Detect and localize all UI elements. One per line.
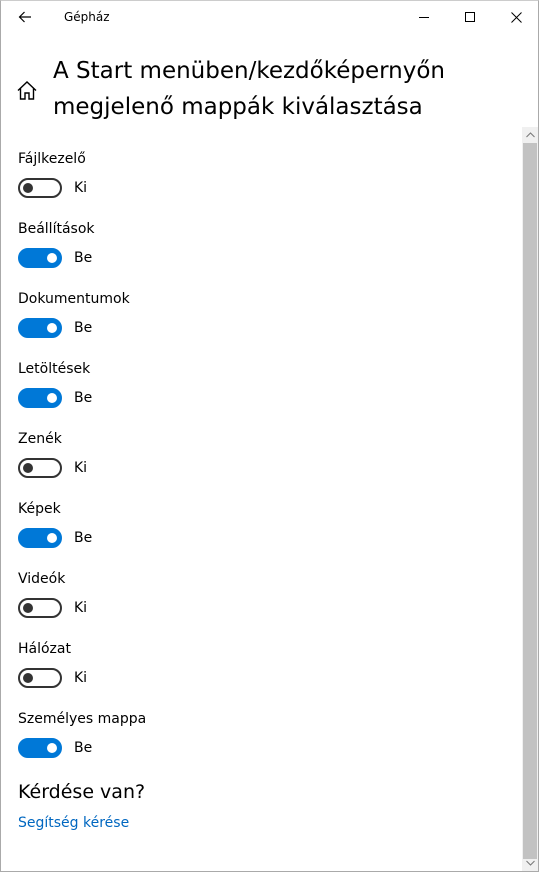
- setting-label: Zenék: [18, 431, 62, 447]
- maximize-button[interactable]: [447, 1, 493, 33]
- toggle-switch[interactable]: [18, 388, 62, 408]
- toggle-knob: [23, 183, 33, 193]
- back-arrow-icon: [18, 11, 31, 23]
- setting-item: Képek Be: [18, 499, 508, 569]
- setting-label: Személyes mappa: [18, 711, 147, 727]
- toggle-switch[interactable]: [18, 668, 62, 688]
- setting-item: Személyes mappa Be: [18, 709, 508, 779]
- toggle-state-label: Be: [74, 250, 93, 266]
- toggle-state-label: Ki: [74, 180, 88, 196]
- toggle-switch[interactable]: [18, 248, 62, 268]
- toggle-row: Be: [18, 387, 92, 409]
- setting-label: Beállítások: [18, 221, 95, 237]
- toggle-state-label: Ki: [74, 600, 88, 616]
- back-button[interactable]: [1, 1, 49, 33]
- title-bar: Gépház: [1, 1, 538, 33]
- toggle-knob: [23, 673, 33, 683]
- chevron-up-icon: [525, 132, 535, 138]
- home-icon[interactable]: [15, 79, 39, 103]
- toggle-row: Ki: [18, 597, 87, 619]
- scroll-down-button[interactable]: [522, 855, 538, 871]
- close-icon: [510, 11, 522, 23]
- setting-item: Fájlkezelő Ki: [18, 149, 508, 219]
- setting-item: Letöltések Be: [18, 359, 508, 429]
- setting-label: Dokumentumok: [18, 291, 130, 307]
- toggle-knob: [47, 393, 57, 403]
- toggle-row: Be: [18, 737, 92, 759]
- app-title: Gépház: [64, 10, 110, 24]
- vertical-scrollbar[interactable]: [522, 127, 538, 871]
- help-heading: Kérdése van?: [18, 781, 146, 803]
- toggle-row: Ki: [18, 177, 87, 199]
- setting-item: Zenék Ki: [18, 429, 508, 499]
- toggle-state-label: Be: [74, 320, 93, 336]
- toggle-switch[interactable]: [18, 458, 62, 478]
- get-help-link[interactable]: Segítség kérése: [18, 815, 129, 831]
- toggle-switch[interactable]: [18, 738, 62, 758]
- toggle-switch[interactable]: [18, 598, 62, 618]
- chevron-down-icon: [525, 860, 535, 866]
- toggle-switch[interactable]: [18, 528, 62, 548]
- toggle-state-label: Be: [74, 530, 93, 546]
- page-title: A Start menüben/kezdőképernyőn megjelenő…: [53, 58, 446, 120]
- settings-window: Gépház A Start menüben/kezdőképernyőn me…: [0, 0, 539, 872]
- scroll-up-button[interactable]: [522, 127, 538, 143]
- close-button[interactable]: [493, 1, 539, 33]
- toggle-state-label: Be: [74, 740, 93, 756]
- toggle-state-label: Ki: [74, 460, 88, 476]
- settings-list: Fájlkezelő Ki Beállítások Be Dokumentumok Be L…: [18, 149, 508, 779]
- setting-item: Beállítások Be: [18, 219, 508, 289]
- toggle-row: Be: [18, 247, 92, 269]
- setting-item: Hálózat Ki: [18, 639, 508, 709]
- toggle-state-label: Be: [74, 390, 93, 406]
- setting-item: Dokumentumok Be: [18, 289, 508, 359]
- toggle-knob: [47, 253, 57, 263]
- toggle-row: Be: [18, 317, 92, 339]
- maximize-icon: [464, 11, 475, 22]
- toggle-knob: [47, 743, 57, 753]
- setting-label: Fájlkezelő: [18, 151, 86, 167]
- toggle-state-label: Ki: [74, 670, 88, 686]
- toggle-knob: [47, 323, 57, 333]
- scroll-thumb[interactable]: [523, 143, 537, 859]
- toggle-row: Ki: [18, 457, 87, 479]
- setting-label: Képek: [18, 501, 61, 517]
- toggle-knob: [47, 533, 57, 543]
- setting-label: Letöltések: [18, 361, 91, 377]
- minimize-icon: [418, 16, 429, 18]
- toggle-switch[interactable]: [18, 318, 62, 338]
- toggle-row: Be: [18, 527, 92, 549]
- setting-item: Videók Ki: [18, 569, 508, 639]
- toggle-row: Ki: [18, 667, 87, 689]
- setting-label: Hálózat: [18, 641, 71, 657]
- toggle-knob: [23, 603, 33, 613]
- toggle-knob: [23, 463, 33, 473]
- toggle-switch[interactable]: [18, 178, 62, 198]
- minimize-button[interactable]: [401, 1, 447, 33]
- setting-label: Videók: [18, 571, 66, 587]
